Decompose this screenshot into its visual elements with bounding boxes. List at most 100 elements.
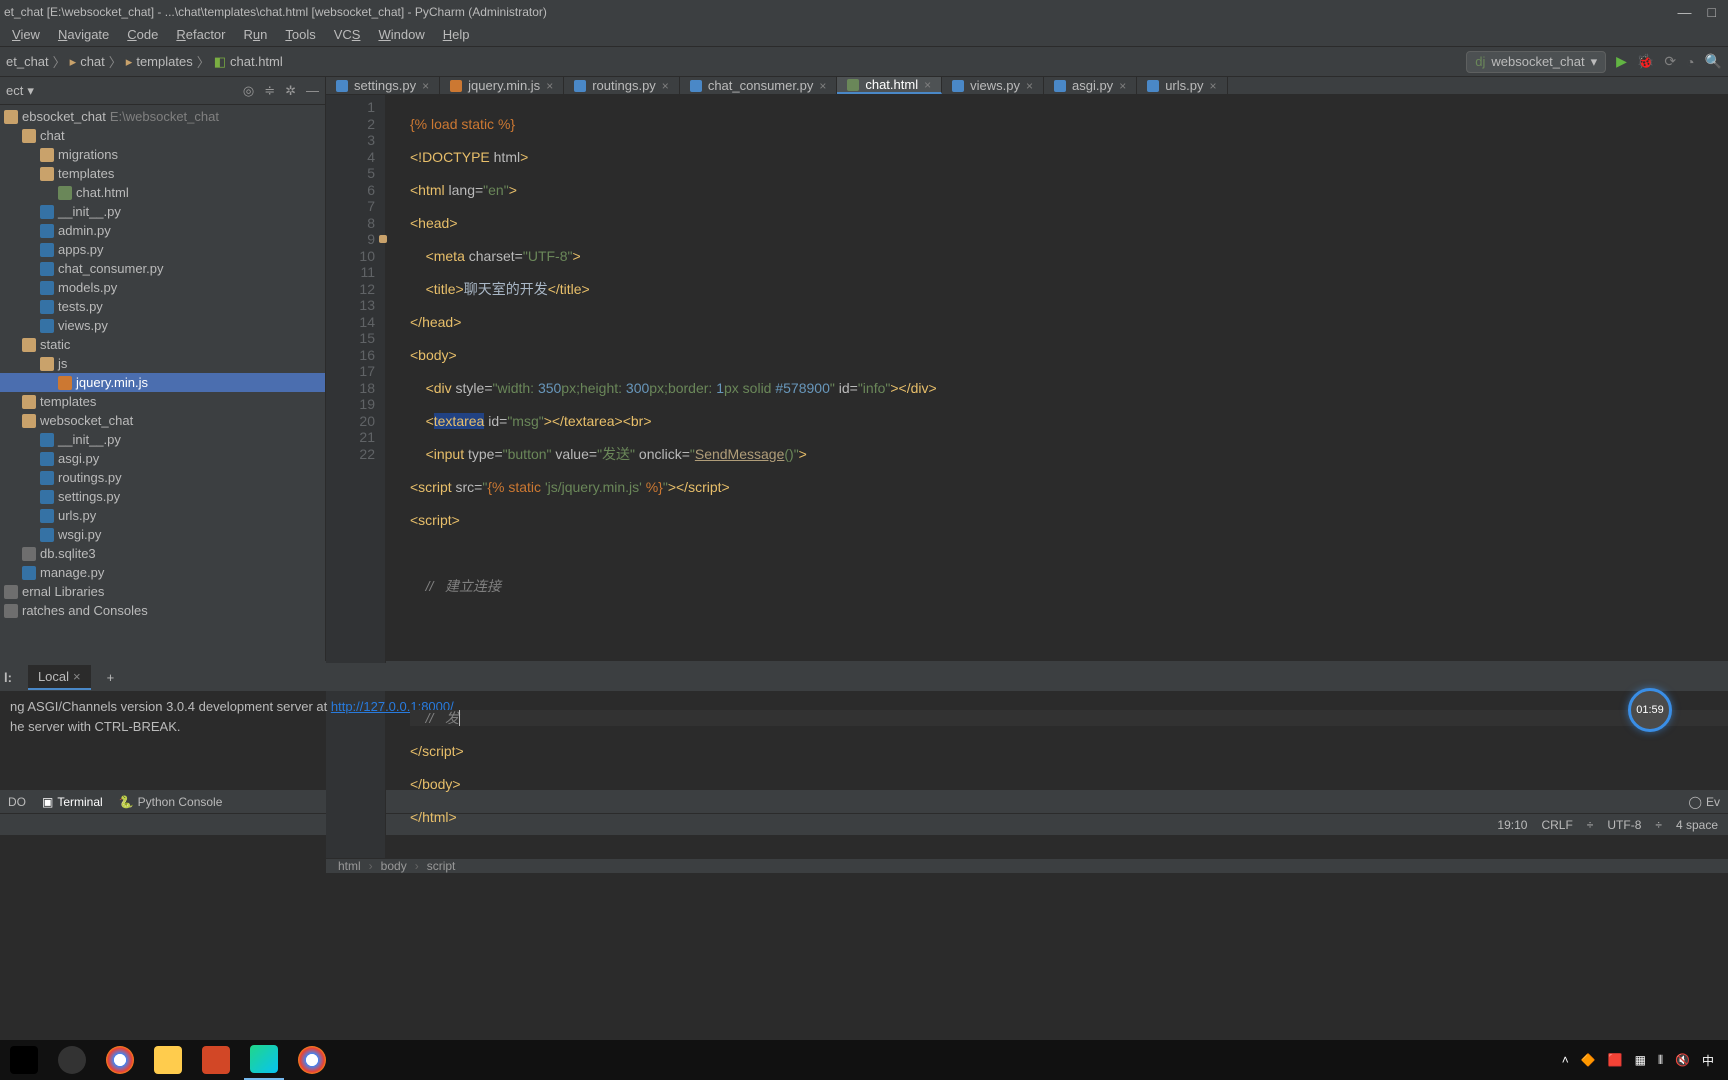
tree-item[interactable]: urls.py (0, 506, 325, 525)
close-icon[interactable]: × (422, 79, 429, 93)
editor-tab[interactable]: views.py× (942, 77, 1044, 94)
tree-item[interactable]: ernal Libraries (0, 582, 325, 601)
tree-item[interactable]: ratches and Consoles (0, 601, 325, 620)
terminal-new-tab[interactable]: + (99, 666, 123, 689)
tree-item[interactable]: db.sqlite3 (0, 544, 325, 563)
tree-item[interactable]: static (0, 335, 325, 354)
tray-icon[interactable]: 🔶 (1581, 1053, 1596, 1067)
tree-item[interactable]: templates (0, 164, 325, 183)
tree-item[interactable]: manage.py (0, 563, 325, 582)
tree-item[interactable]: chat.html (0, 183, 325, 202)
tree-item[interactable]: tests.py (0, 297, 325, 316)
editor-tab[interactable]: asgi.py× (1044, 77, 1137, 94)
collapse-icon[interactable]: ≑ (264, 83, 275, 99)
terminal-tab-local[interactable]: Local × (28, 665, 91, 690)
tray-battery-icon[interactable]: ▦ (1635, 1053, 1646, 1067)
crumb[interactable]: html (338, 859, 361, 873)
close-icon[interactable]: × (1026, 79, 1033, 93)
coverage-icon[interactable]: ⟳ (1664, 53, 1676, 70)
window-title: et_chat [E:\websocket_chat] - ...\chat\t… (4, 5, 547, 19)
chevron-down-icon[interactable]: ▾ (27, 83, 34, 99)
editor-tab[interactable]: chat_consumer.py× (680, 77, 838, 94)
close-icon[interactable]: × (924, 78, 931, 92)
close-icon[interactable]: × (1210, 79, 1217, 93)
tree-item[interactable]: websocket_chat (0, 411, 325, 430)
taskbar-app-chrome2[interactable] (292, 1040, 332, 1080)
breadcrumb-item[interactable]: chat (80, 54, 105, 69)
tree-item[interactable]: chat_consumer.py (0, 259, 325, 278)
menu-vcs[interactable]: VCS (326, 25, 369, 44)
tray-volume-icon[interactable]: 🔇 (1675, 1053, 1690, 1067)
project-tree[interactable]: ebsocket_chat E:\websocket_chatchatmigra… (0, 105, 325, 661)
editor-tab[interactable]: settings.py× (326, 77, 440, 94)
locate-icon[interactable]: ◎ (243, 83, 254, 99)
tool-python-console[interactable]: 🐍 Python Console (119, 795, 223, 809)
close-icon[interactable]: × (819, 79, 826, 93)
menu-window[interactable]: Window (370, 25, 432, 44)
gear-icon[interactable]: ✲ (285, 83, 296, 99)
tree-item[interactable]: views.py (0, 316, 325, 335)
tree-item[interactable]: routings.py (0, 468, 325, 487)
maximize-icon[interactable]: □ (1708, 4, 1716, 20)
tree-item[interactable]: jquery.min.js (0, 373, 325, 392)
tree-item[interactable]: ebsocket_chat E:\websocket_chat (0, 107, 325, 126)
tray-wifi-icon[interactable]: ⫴ (1658, 1053, 1663, 1068)
close-icon[interactable]: × (73, 669, 81, 684)
menu-run[interactable]: Run (236, 25, 276, 44)
run-icon[interactable]: ▶ (1616, 53, 1627, 70)
tree-item[interactable]: asgi.py (0, 449, 325, 468)
tree-item[interactable]: templates (0, 392, 325, 411)
taskbar-app-explorer[interactable] (148, 1040, 188, 1080)
timer-overlay[interactable]: 01:59 (1628, 688, 1672, 732)
editor-tab[interactable]: chat.html× (837, 77, 942, 94)
menu-code[interactable]: Code (119, 25, 166, 44)
menu-view[interactable]: View (4, 25, 48, 44)
tray-chevron-icon[interactable]: ˄ (1562, 1053, 1569, 1067)
crumb[interactable]: body (381, 859, 407, 873)
hide-icon[interactable]: — (306, 83, 319, 99)
tree-item[interactable]: __init__.py (0, 430, 325, 449)
menu-tools[interactable]: Tools (277, 25, 323, 44)
tree-item[interactable]: migrations (0, 145, 325, 164)
chevron-down-icon: ▾ (1591, 54, 1598, 70)
tree-item[interactable]: __init__.py (0, 202, 325, 221)
editor-tab[interactable]: jquery.min.js× (440, 77, 564, 94)
breadcrumb-item[interactable]: et_chat (6, 54, 49, 69)
editor-tab[interactable]: routings.py× (564, 77, 680, 94)
tree-item[interactable]: wsgi.py (0, 525, 325, 544)
tree-item[interactable]: js (0, 354, 325, 373)
tray-ime[interactable]: 中 (1702, 1052, 1714, 1069)
system-tray[interactable]: ˄ 🔶 🟥 ▦ ⫴ 🔇 中 (1562, 1052, 1724, 1069)
tree-item[interactable]: models.py (0, 278, 325, 297)
menu-refactor[interactable]: Refactor (168, 25, 233, 44)
django-icon: dj (1475, 54, 1485, 69)
taskbar-app-pycharm[interactable] (244, 1040, 284, 1080)
tree-item[interactable]: admin.py (0, 221, 325, 240)
project-label[interactable]: ect (6, 83, 23, 98)
tree-item[interactable]: settings.py (0, 487, 325, 506)
tool-terminal[interactable]: ▣ Terminal (42, 795, 103, 809)
search-icon[interactable]: 🔍 (1705, 53, 1722, 70)
editor-tab[interactable]: urls.py× (1137, 77, 1227, 94)
profile-icon[interactable]: ◔ (1686, 54, 1694, 70)
code-editor[interactable]: {% load static %} <!DOCTYPE html> <html … (386, 95, 1728, 858)
debug-icon[interactable]: 🐞 (1637, 53, 1654, 70)
taskbar-app-obs[interactable] (52, 1040, 92, 1080)
crumb[interactable]: script (427, 859, 456, 873)
tray-icon[interactable]: 🟥 (1608, 1053, 1623, 1067)
taskbar-app-chrome[interactable] (100, 1040, 140, 1080)
breadcrumb-item[interactable]: templates (136, 54, 192, 69)
menu-navigate[interactable]: Navigate (50, 25, 117, 44)
taskbar-start[interactable] (4, 1040, 44, 1080)
run-config-selector[interactable]: dj websocket_chat ▾ (1466, 51, 1606, 73)
close-icon[interactable]: × (546, 79, 553, 93)
close-icon[interactable]: × (662, 79, 669, 93)
taskbar-app-powerpoint[interactable] (196, 1040, 236, 1080)
menu-help[interactable]: Help (435, 25, 478, 44)
tool-todo[interactable]: DO (8, 795, 26, 809)
close-icon[interactable]: × (1119, 79, 1126, 93)
tree-item[interactable]: apps.py (0, 240, 325, 259)
minimize-icon[interactable]: — (1678, 4, 1692, 20)
tree-item[interactable]: chat (0, 126, 325, 145)
breadcrumb-item[interactable]: chat.html (230, 54, 283, 69)
